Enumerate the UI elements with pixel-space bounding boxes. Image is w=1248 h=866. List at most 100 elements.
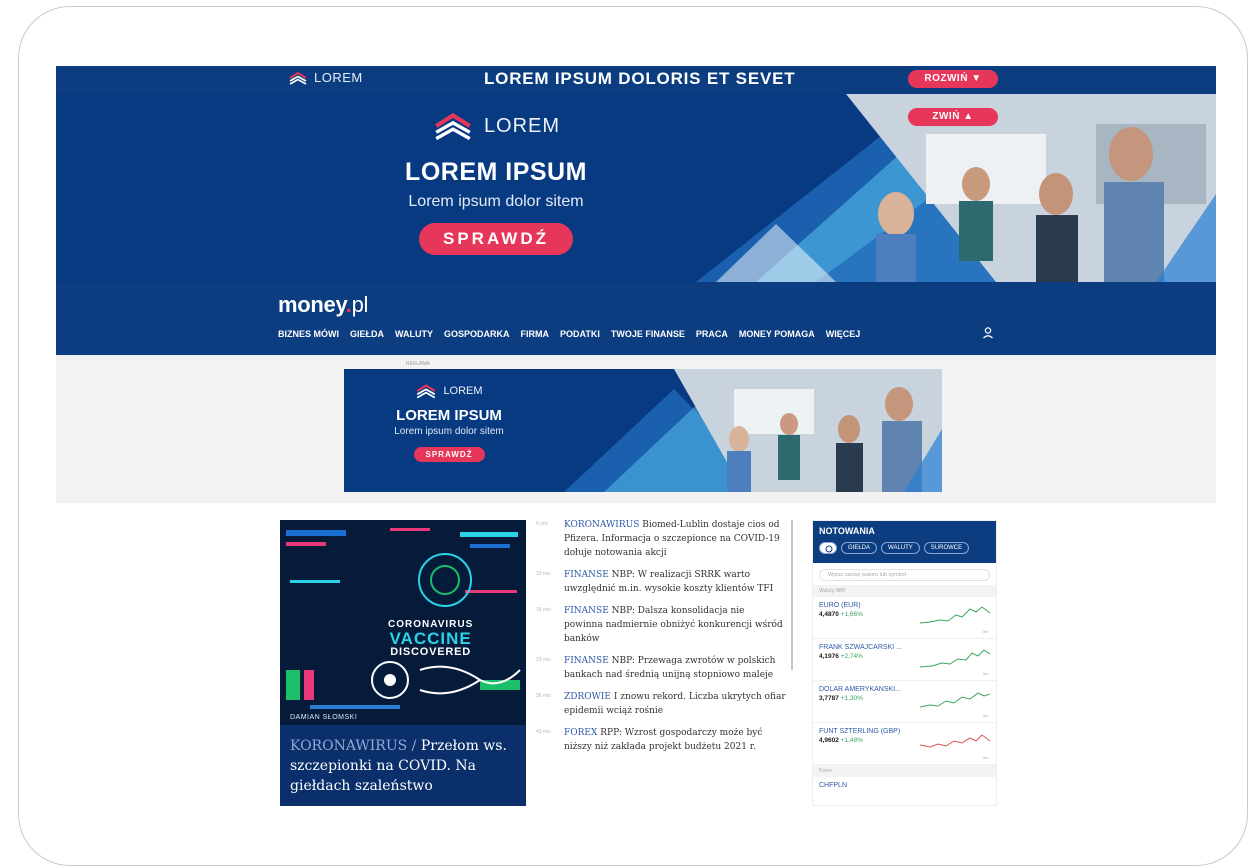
news-item[interactable]: 23 min FINANSE NBP: Przewaga zwrotów w p… xyxy=(536,654,786,682)
section-forex: Forex xyxy=(813,765,996,777)
news-category[interactable]: FINANSE xyxy=(564,570,609,580)
news-time: 18 min xyxy=(536,607,552,613)
quote-change: +1,48% xyxy=(840,737,863,744)
quote-value: 4,9602 xyxy=(819,737,839,744)
quote-time: 3m xyxy=(982,629,988,634)
nav-item-podatki[interactable]: PODATKI xyxy=(560,329,600,339)
feature-title[interactable]: KORONAWIRUS / Przełom ws. szczepionki na… xyxy=(290,736,518,796)
feature-author: DAMIAN SŁOMSKI xyxy=(290,714,358,721)
hero-decor xyxy=(696,94,1216,282)
news-text: FINANSE NBP: Dalsza konsolidacja nie pow… xyxy=(564,604,786,646)
nav-item-twoje-finanse[interactable]: TWOJE FINANSE xyxy=(611,329,685,339)
news-category[interactable]: KORONAWIRUS xyxy=(564,520,639,530)
quote-name: FRANK SZWAJCARSKI ... xyxy=(819,644,902,651)
hero-ad[interactable]: ZWIŃ ▲ LOREM LOREM IPSUM Lorem ipsum dol… xyxy=(56,94,1216,282)
quote-change: +1,30% xyxy=(840,695,863,702)
news-time: 10 min xyxy=(536,571,552,577)
expand-ad-button[interactable]: ROZWIŃ ▼ xyxy=(908,70,998,88)
news-item[interactable]: 18 min FINANSE NBP: Dalsza konsolidacja … xyxy=(536,604,786,646)
feature-art-text: CORONAVIRUS VACCINE DISCOVERED xyxy=(388,620,473,658)
tab-surowce[interactable]: SUROWCE xyxy=(923,542,970,554)
news-time: 6 min xyxy=(536,521,549,527)
top-ad-logo-text: LOREM xyxy=(314,70,363,85)
quote-row[interactable]: FRANK SZWAJCARSKI ... 4,1976 +2,74% 3m xyxy=(813,639,996,681)
news-item[interactable]: 6 min KORONAWIRUS Biomed-Lublin dostaje … xyxy=(536,518,786,560)
section-waluty-nbp: Waluty NBP xyxy=(813,585,996,597)
news-time: 36 min xyxy=(536,693,552,699)
sparkline xyxy=(920,606,990,624)
quote-value: 4,4870 xyxy=(819,611,839,618)
ad2-logo-text: LOREM xyxy=(443,385,483,397)
hero-logo-text: LOREM xyxy=(483,114,561,137)
news-category[interactable]: FINANSE xyxy=(564,656,609,666)
quote-change: +2,74% xyxy=(840,653,863,660)
top-ad-bar: LOREM LOREM IPSUM DOLORIS ET SEVET ROZWI… xyxy=(56,66,1216,94)
quote-name: EURO (EUR) xyxy=(819,602,861,609)
collapse-ad-button[interactable]: ZWIŃ ▲ xyxy=(908,108,998,126)
sparkline xyxy=(920,692,990,708)
tab-all[interactable] xyxy=(819,542,837,554)
nav-item-gielda[interactable]: GIEŁDA xyxy=(350,329,384,339)
quote-name: FUNT SZTERLING (GBP) xyxy=(819,728,901,735)
lorem-logo-icon xyxy=(417,384,436,399)
news-scrollbar[interactable] xyxy=(791,520,793,670)
nav-item-praca[interactable]: PRACA xyxy=(696,329,728,339)
quote-row[interactable]: DOLAR AMERYKAŃSKI... 3,7787 +1,30% 3m xyxy=(813,681,996,723)
ad2-logo: LOREM xyxy=(374,383,524,399)
ad-band: REKLAMA LOREM LOREM IPSUM Lorem ipsum do… xyxy=(56,355,1216,503)
brand-main: money xyxy=(278,292,346,317)
money-logo[interactable]: money.pl xyxy=(278,292,368,318)
news-text: FOREX RPP: Wzrost gospodarczy może być n… xyxy=(564,726,786,754)
hero-logo: LOREM xyxy=(356,110,636,142)
news-item[interactable]: 10 min FINANSE NBP: W realizacji SRRK wa… xyxy=(536,568,786,596)
tab-waluty[interactable]: WALUTY xyxy=(881,542,920,554)
brand-tld: pl xyxy=(351,292,369,317)
quotes-header: NOTOWANIA GIEŁDA WALUTY SUROWCE xyxy=(813,521,996,563)
main-content: CORONAVIRUS VACCINE DISCOVERED DAMIAN SŁ… xyxy=(56,503,1216,806)
news-item[interactable]: 36 min ZDROWIE I znowu rekord. Liczba uk… xyxy=(536,690,786,718)
nav-item-wiecej[interactable]: WIĘCEJ xyxy=(826,329,861,339)
ad2-cta-button[interactable]: SPRAWDŹ xyxy=(413,447,485,462)
billboard-ad[interactable]: LOREM LOREM IPSUM Lorem ipsum dolor site… xyxy=(344,369,942,492)
news-category[interactable]: FINANSE xyxy=(564,606,609,616)
featured-article[interactable]: CORONAVIRUS VACCINE DISCOVERED DAMIAN SŁ… xyxy=(280,520,526,806)
quote-time: 3m xyxy=(982,755,988,760)
nav-item-money-pomaga[interactable]: MONEY POMAGA xyxy=(739,329,815,339)
hero-cta-button[interactable]: SPRAWDŹ xyxy=(419,223,573,255)
top-ad-logo: LOREM xyxy=(288,70,363,85)
quote-time: 3m xyxy=(982,671,988,676)
quote-search-input[interactable]: Wpisz nazwę waloru lub symbol xyxy=(819,569,990,581)
browser-page: LOREM LOREM IPSUM DOLORIS ET SEVET ROZWI… xyxy=(56,66,1216,806)
quote-value: 4,1976 xyxy=(819,653,839,660)
quote-row[interactable]: EURO (EUR) 4,4870 +1,66% 3m xyxy=(813,597,996,639)
site-header: money.pl BIZNES MÓWI GIEŁDA WALUTY GOSPO… xyxy=(56,282,1216,355)
sparkline xyxy=(920,649,990,668)
main-nav: BIZNES MÓWI GIEŁDA WALUTY GOSPODARKA FIR… xyxy=(278,329,860,339)
lorem-logo-icon xyxy=(289,71,307,85)
quotes-tabs: GIEŁDA WALUTY SUROWCE xyxy=(819,542,990,554)
quotes-title: NOTOWANIA xyxy=(819,526,875,536)
ad-label: REKLAMA xyxy=(406,361,430,367)
news-text: ZDROWIE I znowu rekord. Liczba ukrytych … xyxy=(564,690,786,718)
nav-item-firma[interactable]: FIRMA xyxy=(521,329,550,339)
user-icon[interactable] xyxy=(981,326,995,340)
news-list: 6 min KORONAWIRUS Biomed-Lublin dostaje … xyxy=(536,518,786,762)
quote-row[interactable]: CHFPLN xyxy=(813,777,996,805)
hero-content: LOREM LOREM IPSUM Lorem ipsum dolor site… xyxy=(356,110,636,255)
news-text: FINANSE NBP: Przewaga zwrotów w polskich… xyxy=(564,654,786,682)
nav-item-gospodarka[interactable]: GOSPODARKA xyxy=(444,329,510,339)
refresh-icon xyxy=(825,545,833,553)
news-item[interactable]: 43 min FOREX RPP: Wzrost gospodarczy moż… xyxy=(536,726,786,754)
quote-row[interactable]: FUNT SZTERLING (GBP) 4,9602 +1,48% 3m xyxy=(813,723,996,765)
quote-name: CHFPLN xyxy=(819,782,848,789)
tab-gielda[interactable]: GIEŁDA xyxy=(841,542,878,554)
news-text: FINANSE NBP: W realizacji SRRK warto uwz… xyxy=(564,568,786,596)
nav-item-biznes-mowi[interactable]: BIZNES MÓWI xyxy=(278,329,339,339)
news-category[interactable]: FOREX xyxy=(564,728,597,738)
news-text: KORONAWIRUS Biomed-Lublin dostaje cios o… xyxy=(564,518,786,560)
news-time: 43 min xyxy=(536,729,552,735)
hero-title: LOREM IPSUM xyxy=(405,158,587,186)
news-category[interactable]: ZDROWIE xyxy=(564,692,611,702)
nav-item-waluty[interactable]: WALUTY xyxy=(395,329,433,339)
hero-subtitle: Lorem ipsum dolor sitem xyxy=(408,193,584,210)
